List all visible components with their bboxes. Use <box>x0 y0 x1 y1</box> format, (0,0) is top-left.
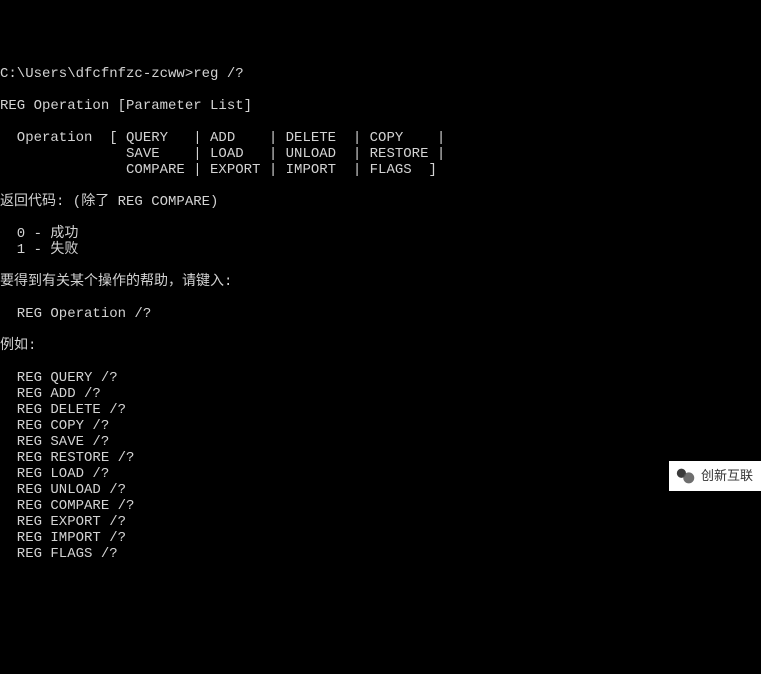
return-code-header: 返回代码: (除了 REG COMPARE) <box>0 194 218 210</box>
terminal-window[interactable]: C:\Users\dfcfnfzc-zcww>reg /? REG Operat… <box>0 64 761 562</box>
example-export: REG EXPORT /? <box>0 514 126 530</box>
example-compare: REG COMPARE /? <box>0 498 134 514</box>
help-header: REG Operation [Parameter List] <box>0 98 252 114</box>
command-input: reg /? <box>193 66 243 82</box>
rc-failure: 1 - 失败 <box>0 242 78 258</box>
example-save: REG SAVE /? <box>0 434 109 450</box>
example-query: REG QUERY /? <box>0 370 118 386</box>
example-unload: REG UNLOAD /? <box>0 482 126 498</box>
prompt-path: C:\Users\dfcfnfzc-zcww> <box>0 66 193 82</box>
help-syntax: REG Operation /? <box>0 306 151 322</box>
example-add: REG ADD /? <box>0 386 101 402</box>
example-import: REG IMPORT /? <box>0 530 126 546</box>
example-delete: REG DELETE /? <box>0 402 126 418</box>
watermark-logo-icon <box>675 465 697 487</box>
example-load: REG LOAD /? <box>0 466 109 482</box>
op-row-3: COMPARE | EXPORT | IMPORT | FLAGS ] <box>0 162 437 178</box>
watermark-badge: 创新互联 <box>669 461 761 491</box>
example-flags: REG FLAGS /? <box>0 546 118 562</box>
op-row-1: Operation [ QUERY | ADD | DELETE | COPY … <box>0 130 445 146</box>
example-restore: REG RESTORE /? <box>0 450 134 466</box>
rc-success: 0 - 成功 <box>0 226 78 242</box>
op-row-2: SAVE | LOAD | UNLOAD | RESTORE | <box>0 146 445 162</box>
example-header: 例如: <box>0 338 36 354</box>
example-copy: REG COPY /? <box>0 418 109 434</box>
watermark-text: 创新互联 <box>701 468 753 484</box>
help-prompt: 要得到有关某个操作的帮助，请键入: <box>0 274 232 290</box>
